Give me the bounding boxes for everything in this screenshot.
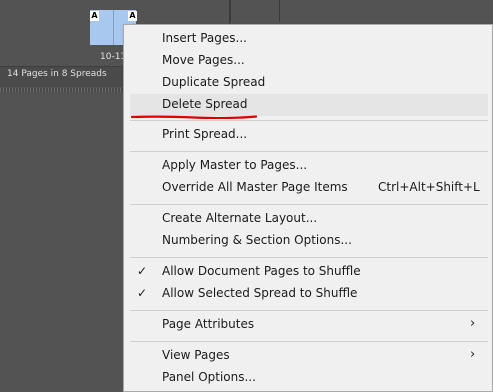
menu-item-label: Numbering & Section Options... [162,233,352,247]
menu-item-apply-master[interactable]: Apply Master to Pages... [130,155,488,177]
status-text: 14 Pages in 8 Spreads [7,69,107,79]
menu-item-delete-spread[interactable]: Delete Spread [130,94,488,116]
master-prefix-right: A [128,11,137,21]
menu-item-label: Print Spread... [162,127,248,141]
menu-item-panel-options[interactable]: Panel Options... [130,367,488,389]
submenu-chevron-icon: › [470,316,476,331]
menu-item-print-spread[interactable]: Print Spread... [130,124,488,146]
menu-separator [130,120,488,121]
menu-item-view-pages[interactable]: View Pages › [130,345,488,367]
menu-item-label: Panel Options... [162,370,256,384]
menu-item-label: View Pages [162,348,230,362]
menu-item-label: Page Attributes [162,317,255,331]
menu-separator [130,151,488,152]
menu-item-override-master[interactable]: Override All Master Page Items Ctrl+Alt+… [130,177,488,199]
menu-item-duplicate-spread[interactable]: Duplicate Spread [130,72,488,94]
menu-item-label: Override All Master Page Items [162,180,348,194]
menu-item-allow-document-shuffle[interactable]: ✓ Allow Document Pages to Shuffle [130,261,488,283]
submenu-chevron-icon: › [470,347,476,362]
menu-item-label: Insert Pages... [162,31,247,45]
menu-item-allow-spread-shuffle[interactable]: ✓ Allow Selected Spread to Shuffle [130,283,488,305]
menu-separator [130,204,488,205]
panel-divider [279,0,280,22]
spread-fold [113,10,114,45]
menu-item-label: Apply Master to Pages... [162,158,308,172]
menu-separator [130,310,488,311]
master-prefix-left: A [90,11,99,21]
menu-item-shortcut: Ctrl+Alt+Shift+L [378,180,480,194]
pages-panel-context-menu: Insert Pages... Move Pages... Duplicate … [123,24,493,392]
checkmark-icon: ✓ [137,264,148,278]
panel-divider [229,0,231,22]
menu-item-numbering-section-options[interactable]: Numbering & Section Options... [130,230,488,252]
menu-item-label: Move Pages... [162,53,245,67]
menu-item-label: Duplicate Spread [162,75,266,89]
menu-item-insert-pages[interactable]: Insert Pages... [130,28,488,50]
menu-item-label: Delete Spread [162,97,248,111]
menu-item-create-alternate-layout[interactable]: Create Alternate Layout... [130,208,488,230]
menu-item-label: Allow Selected Spread to Shuffle [162,286,358,300]
red-underline-annotation [131,115,257,119]
menu-item-page-attributes[interactable]: Page Attributes › [130,314,488,336]
menu-item-label: Create Alternate Layout... [162,211,318,225]
menu-item-label: Allow Document Pages to Shuffle [162,264,361,278]
menu-item-move-pages[interactable]: Move Pages... [130,50,488,72]
checkmark-icon: ✓ [137,286,148,300]
menu-separator [130,341,488,342]
menu-separator [130,257,488,258]
